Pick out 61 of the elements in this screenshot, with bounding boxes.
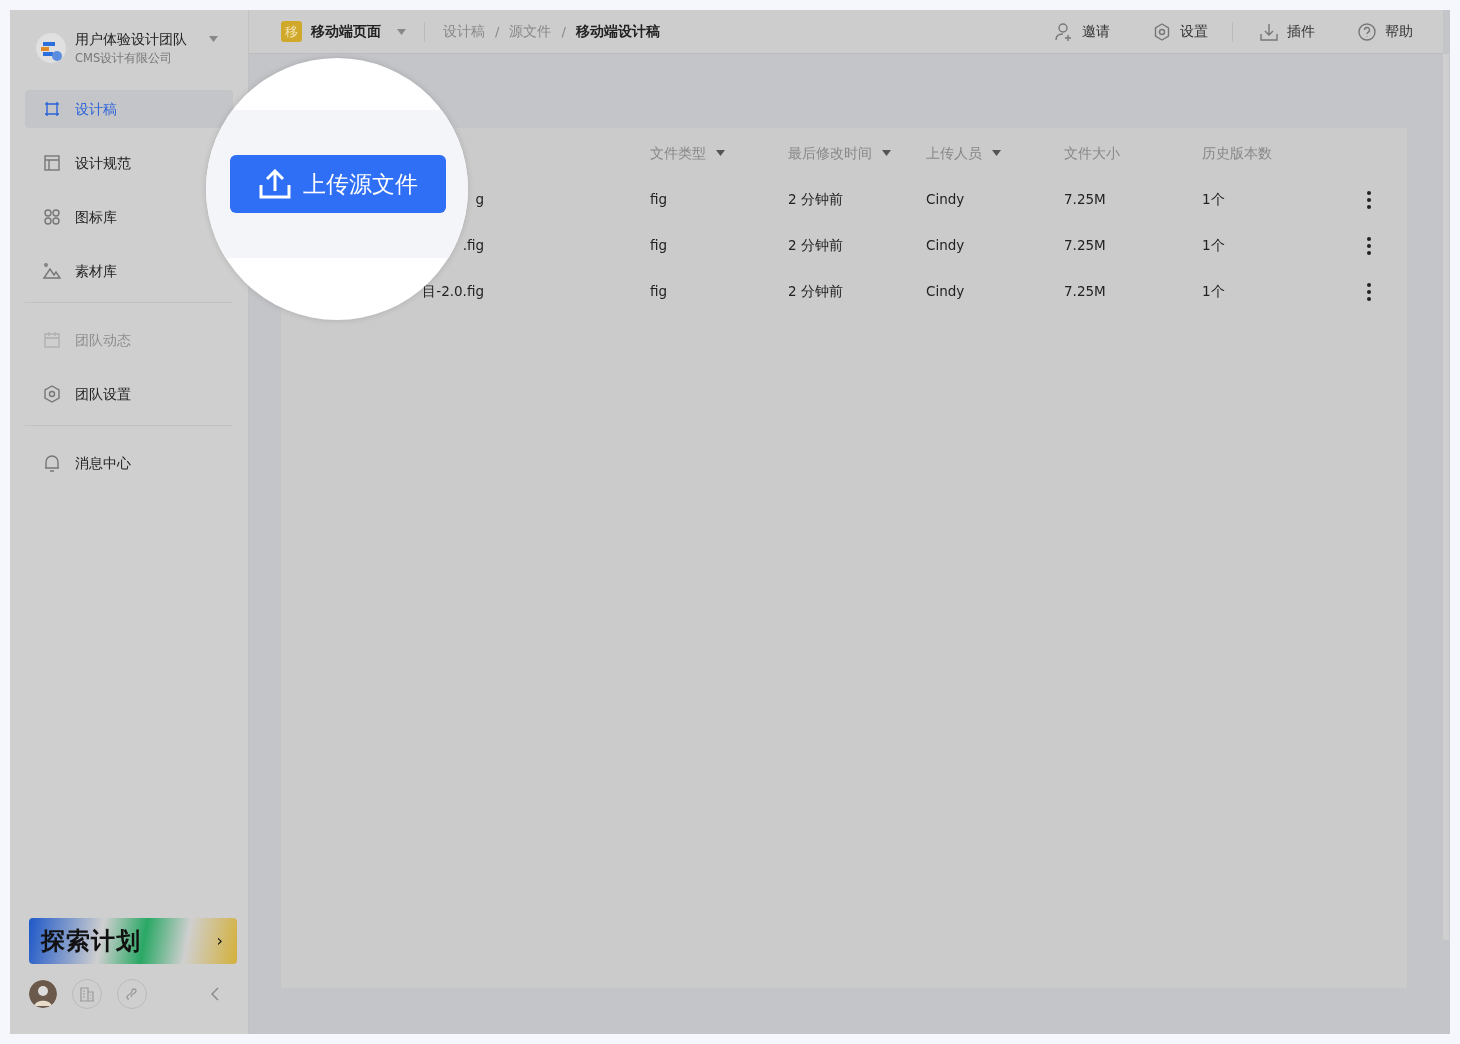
circles-icon: [42, 207, 62, 227]
table-cell: fig: [650, 236, 668, 253]
upload-button[interactable]: 上传源文件: [230, 155, 446, 213]
sort-icon[interactable]: [716, 150, 725, 156]
nav-item[interactable]: 消息中心: [25, 444, 141, 482]
toolbar-button[interactable]: 设置: [1152, 21, 1208, 42]
table-cell: Cindy: [926, 236, 965, 253]
avatar[interactable]: [29, 980, 57, 1008]
frame-icon: [42, 99, 62, 119]
promo-banner[interactable]: 探索计划 ›: [29, 918, 237, 964]
table-cell: 7.25M: [1064, 236, 1106, 253]
project-badge: 移: [281, 21, 302, 42]
table-cell: 2 分钟前: [788, 282, 843, 299]
table-cell: 目-2.0.fig: [422, 282, 484, 299]
table-cell: Cindy: [926, 282, 965, 299]
more-button[interactable]: [1367, 189, 1371, 209]
nav-item[interactable]: 素材库: [25, 252, 127, 290]
table-cell: 7.25M: [1064, 190, 1106, 207]
link-icon: [124, 986, 140, 1002]
sort-icon[interactable]: [882, 150, 891, 156]
table-cell: 2 分钟前: [788, 190, 843, 207]
table-cell: 2 分钟前: [788, 236, 843, 253]
table-cell: 1个: [1202, 282, 1225, 299]
company-name: CMS设计有限公司: [75, 49, 174, 67]
table-cell: fig: [650, 190, 668, 207]
upload-icon: [258, 169, 291, 199]
column-header: 文件大小: [1064, 143, 1120, 163]
table-cell: 1个: [1202, 236, 1225, 253]
team-logo: [35, 32, 67, 64]
breadcrumb-separator: /: [561, 22, 566, 41]
scrollbar[interactable]: [1443, 54, 1449, 940]
toolbar-button[interactable]: 插件: [1259, 21, 1315, 42]
table-cell: g: [475, 190, 484, 207]
table-cell: Cindy: [926, 190, 965, 207]
breadcrumb-separator: /: [495, 22, 500, 41]
settings-icon: [1152, 21, 1172, 42]
table-cell: fig: [650, 282, 668, 299]
nav-item[interactable]: 设计规范: [25, 144, 141, 182]
toolbar-button[interactable]: 邀请: [1054, 21, 1110, 42]
table-cell: 7.25M: [1064, 282, 1106, 299]
nav-item[interactable]: 图标库: [25, 198, 127, 236]
bell-icon: [42, 453, 62, 473]
hexagon-icon: [42, 384, 62, 404]
more-button[interactable]: [1367, 235, 1371, 255]
table-cell: .fig: [462, 236, 484, 253]
table-cell: 1个: [1202, 190, 1225, 207]
add-user-icon: [1054, 21, 1074, 42]
project-name[interactable]: 移动端页面: [311, 21, 381, 42]
layout-icon: [42, 153, 62, 173]
team-name: 用户体验设计团队: [75, 30, 187, 50]
mountain-icon: [42, 261, 62, 281]
breadcrumb-link[interactable]: 移动端设计稿: [575, 21, 660, 42]
help-icon: [1357, 21, 1377, 42]
toolbar-button[interactable]: 帮助: [1357, 21, 1413, 42]
more-button[interactable]: [1367, 281, 1371, 301]
sort-icon[interactable]: [992, 150, 1001, 156]
download-icon: [1259, 21, 1279, 42]
nav-item[interactable]: 团队设置: [25, 375, 141, 413]
building-icon: [79, 986, 95, 1002]
calendar-icon: [42, 330, 62, 350]
column-header: 历史版本数: [1202, 143, 1272, 163]
